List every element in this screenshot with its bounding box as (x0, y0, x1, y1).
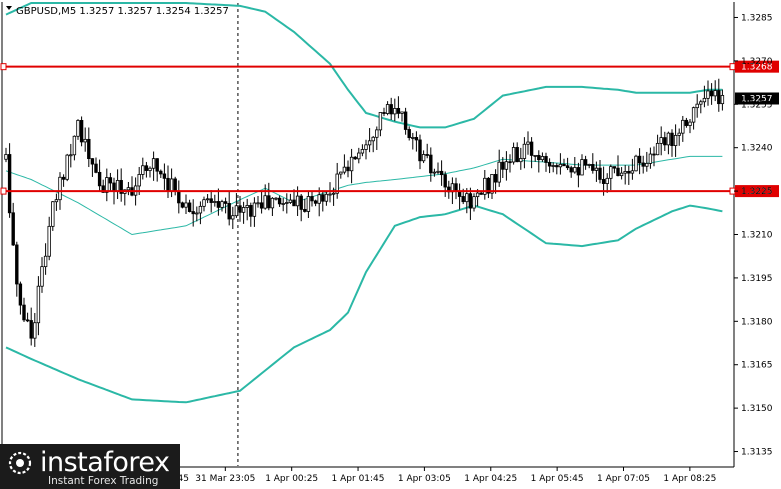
y-tick-label: 1.3255 (741, 100, 773, 110)
brand-logo-icon (8, 451, 32, 475)
y-tick-label: 1.3210 (741, 231, 773, 241)
x-tick-label: 1 Apr 07:05 (597, 474, 650, 484)
candle (634, 154, 638, 172)
y-tick-label: 1.3240 (741, 144, 773, 154)
y-tick-label: 1.3180 (741, 317, 773, 327)
y-tick-label: 1.3225 (741, 187, 773, 197)
x-tick-label: 31 Mar 23:05 (195, 474, 255, 484)
x-tick-label: 1 Apr 00:25 (265, 474, 318, 484)
level-handle-left[interactable] (0, 63, 7, 71)
brand-badge: instaforex Instant Forex Trading (0, 444, 180, 489)
y-tick-label: 1.3150 (741, 404, 773, 414)
chart-title: GBPUSD,M5 1.3257 1.3257 1.3254 1.3257 (16, 6, 229, 17)
y-tick-label: 1.3285 (741, 13, 773, 23)
x-tick-label: 1 Apr 08:25 (663, 474, 716, 484)
candle (65, 153, 69, 182)
chart-canvas[interactable]: 1.32681.32251.3257 1.32851.32701.32551.3… (0, 0, 781, 489)
candle (7, 143, 12, 218)
y-tick-label: 1.3165 (741, 361, 773, 371)
candle (79, 116, 84, 147)
level-handle-left[interactable] (0, 187, 7, 195)
candle (51, 201, 55, 231)
level-handle-right[interactable] (729, 63, 736, 71)
price-chart[interactable]: 1.3268 1.3225 1.3257 1.3285 1.3270 1.3255 1.3… (0, 0, 781, 489)
brand-tagline: Instant Forex Trading (48, 475, 159, 487)
brand-name: instaforex (40, 447, 170, 478)
y-tick-label: 1.3135 (741, 448, 773, 458)
y-tick-label: 1.3270 (741, 57, 773, 67)
y-tick-label: 1.3195 (741, 274, 773, 284)
x-tick-label: 1 Apr 05:45 (531, 474, 584, 484)
x-tick-label: 1 Apr 04:25 (464, 474, 517, 484)
x-tick-label: 1 Apr 03:05 (398, 474, 451, 484)
x-tick-label: 1 Apr 01:45 (332, 474, 385, 484)
candle (180, 201, 185, 209)
